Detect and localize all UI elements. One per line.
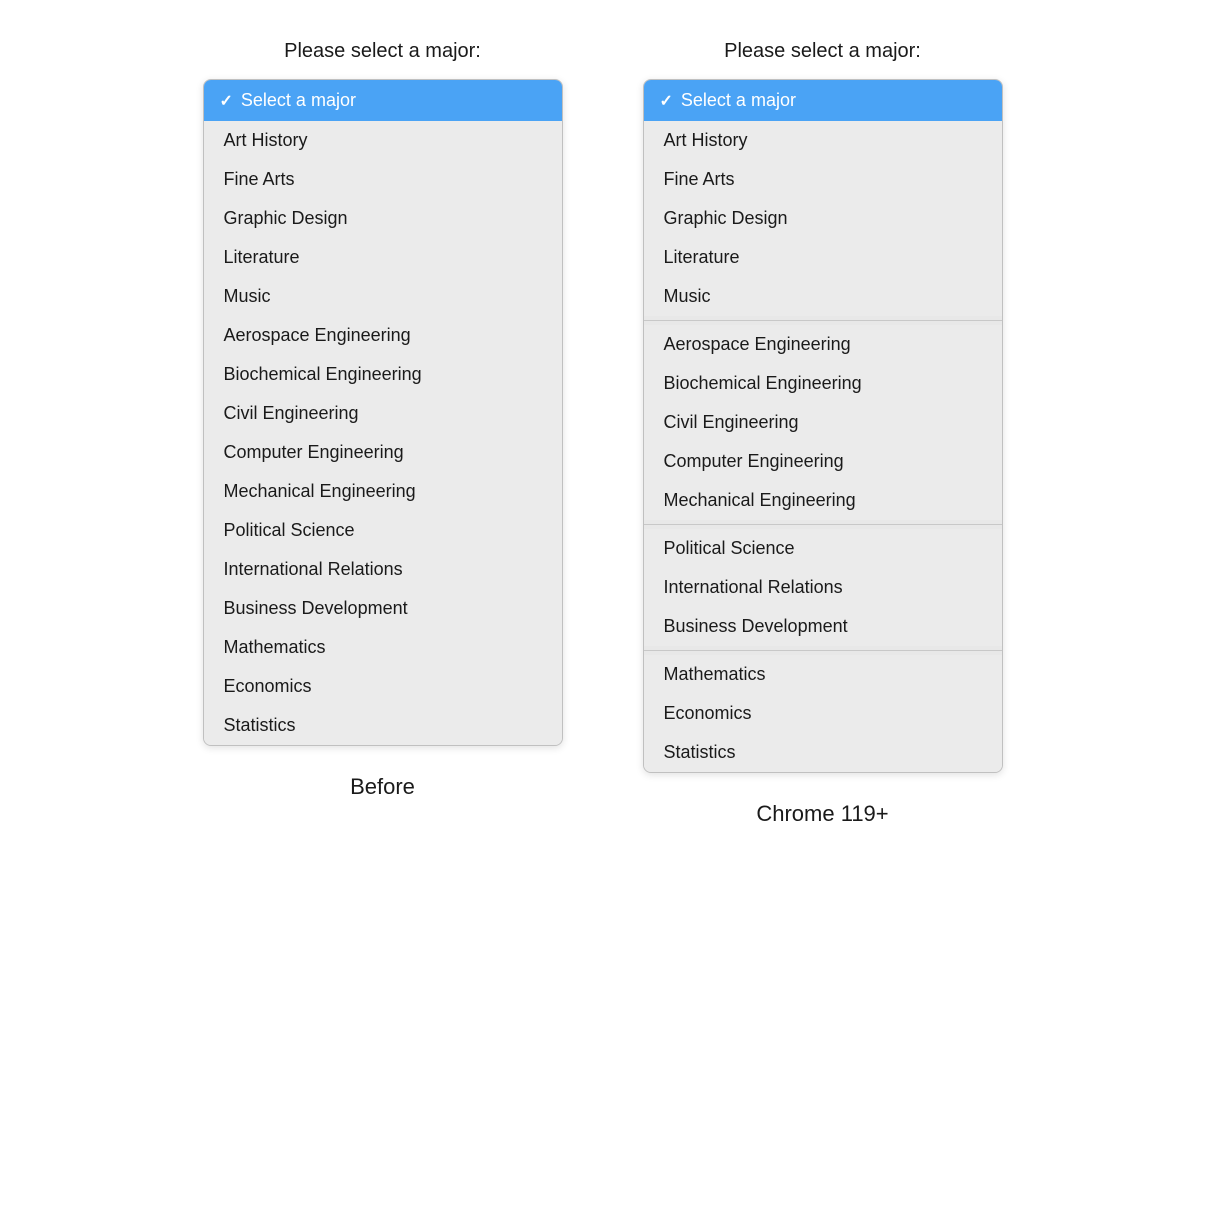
list-item[interactable]: Graphic Design bbox=[204, 199, 562, 238]
list-item[interactable]: Business Development bbox=[644, 607, 1002, 646]
after-items-list: Art HistoryFine ArtsGraphic DesignLitera… bbox=[644, 121, 1002, 772]
before-footer-label: Before bbox=[350, 774, 415, 800]
list-item[interactable]: Mathematics bbox=[644, 655, 1002, 694]
list-item[interactable]: Art History bbox=[644, 121, 1002, 160]
before-selected-label: Select a major bbox=[241, 90, 356, 111]
list-item[interactable]: Music bbox=[204, 277, 562, 316]
list-item[interactable]: Biochemical Engineering bbox=[644, 364, 1002, 403]
list-item[interactable]: International Relations bbox=[204, 550, 562, 589]
list-item[interactable]: Fine Arts bbox=[644, 160, 1002, 199]
list-item[interactable]: Business Development bbox=[204, 589, 562, 628]
list-item[interactable]: Mathematics bbox=[204, 628, 562, 667]
list-item[interactable]: Graphic Design bbox=[644, 199, 1002, 238]
list-item[interactable]: Statistics bbox=[204, 706, 562, 745]
list-item[interactable]: Computer Engineering bbox=[644, 442, 1002, 481]
before-header: Please select a major: bbox=[284, 40, 481, 63]
list-item[interactable]: Civil Engineering bbox=[644, 403, 1002, 442]
after-dropdown[interactable]: ✓ Select a major Art HistoryFine ArtsGra… bbox=[643, 79, 1003, 773]
after-selected-label: Select a major bbox=[681, 90, 796, 111]
before-selected-option[interactable]: ✓ Select a major bbox=[204, 80, 562, 121]
list-item[interactable]: Aerospace Engineering bbox=[644, 325, 1002, 364]
after-selected-option[interactable]: ✓ Select a major bbox=[644, 80, 1002, 121]
group-divider bbox=[644, 524, 1002, 525]
group-divider bbox=[644, 650, 1002, 651]
list-item[interactable]: Statistics bbox=[644, 733, 1002, 772]
before-items-list: Art HistoryFine ArtsGraphic DesignLitera… bbox=[204, 121, 562, 745]
before-dropdown[interactable]: ✓ Select a major Art HistoryFine ArtsGra… bbox=[203, 79, 563, 746]
page-container: Please select a major: ✓ Select a major … bbox=[20, 40, 1185, 827]
list-item[interactable]: International Relations bbox=[644, 568, 1002, 607]
list-item[interactable]: Economics bbox=[644, 694, 1002, 733]
after-header: Please select a major: bbox=[724, 40, 921, 63]
list-item[interactable]: Fine Arts bbox=[204, 160, 562, 199]
list-item[interactable]: Civil Engineering bbox=[204, 394, 562, 433]
after-footer-label: Chrome 119+ bbox=[756, 801, 888, 827]
before-column: Please select a major: ✓ Select a major … bbox=[203, 40, 563, 800]
list-item[interactable]: Literature bbox=[644, 238, 1002, 277]
list-item[interactable]: Political Science bbox=[204, 511, 562, 550]
group-divider bbox=[644, 320, 1002, 321]
list-item[interactable]: Political Science bbox=[644, 529, 1002, 568]
list-item[interactable]: Art History bbox=[204, 121, 562, 160]
list-item[interactable]: Computer Engineering bbox=[204, 433, 562, 472]
list-item[interactable]: Music bbox=[644, 277, 1002, 316]
after-column: Please select a major: ✓ Select a major … bbox=[643, 40, 1003, 827]
list-item[interactable]: Biochemical Engineering bbox=[204, 355, 562, 394]
before-checkmark-icon: ✓ bbox=[220, 91, 233, 111]
list-item[interactable]: Aerospace Engineering bbox=[204, 316, 562, 355]
list-item[interactable]: Literature bbox=[204, 238, 562, 277]
list-item[interactable]: Mechanical Engineering bbox=[644, 481, 1002, 520]
after-checkmark-icon: ✓ bbox=[660, 91, 673, 111]
list-item[interactable]: Mechanical Engineering bbox=[204, 472, 562, 511]
list-item[interactable]: Economics bbox=[204, 667, 562, 706]
